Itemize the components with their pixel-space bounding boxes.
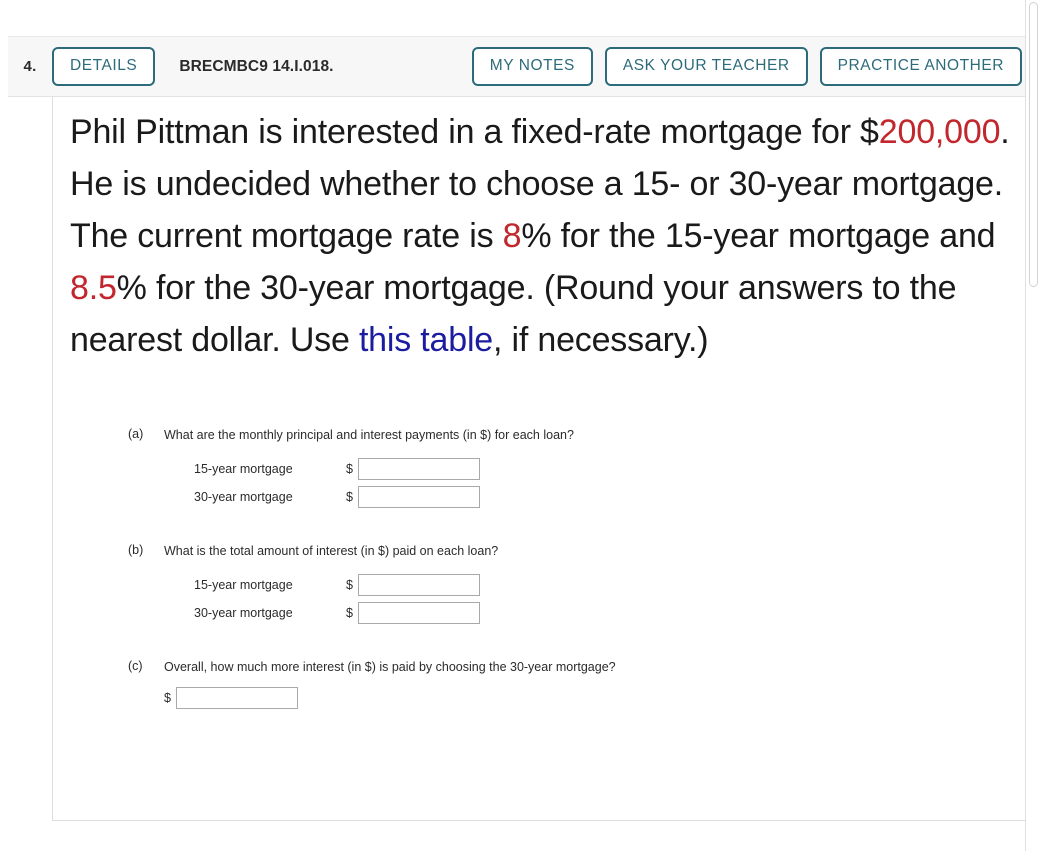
part-b-row-2-currency: $ bbox=[346, 606, 353, 620]
question-body-panel: Phil Pittman is interested in a fixed-ra… bbox=[52, 97, 1031, 821]
question-number: 4. bbox=[23, 58, 37, 75]
part-a-row-2-label: 30-year mortgage bbox=[194, 490, 293, 504]
part-b-prompt: What is the total amount of interest (in… bbox=[164, 544, 499, 558]
stem-segment-5: , if necessary.) bbox=[493, 321, 709, 359]
part-a-row-1-label: 15-year mortgage bbox=[194, 462, 293, 476]
my-notes-button[interactable]: MY NOTES bbox=[471, 47, 593, 86]
answer-row: 30-year mortgage $ bbox=[70, 483, 1000, 511]
details-button[interactable]: DETAILS bbox=[52, 47, 156, 86]
answer-row: 15-year mortgage $ bbox=[70, 571, 1000, 599]
stem-rate-30-year: 8.5 bbox=[70, 269, 117, 307]
part-a-answer-rows: 15-year mortgage $ 30-year mortgage $ bbox=[70, 455, 1000, 511]
part-c-answer-row: $ bbox=[164, 687, 1000, 709]
vertical-scrollbar-track[interactable] bbox=[1025, 0, 1040, 851]
part-a: (a) What are the monthly principal and i… bbox=[70, 427, 1000, 511]
stem-segment-3: % for the 15-year mortgage and bbox=[521, 217, 996, 255]
part-a-label: (a) bbox=[128, 427, 144, 441]
stem-rate-15-year: 8 bbox=[502, 217, 522, 255]
answer-row: 30-year mortgage $ bbox=[70, 599, 1000, 627]
part-a-row-2-currency: $ bbox=[346, 490, 353, 504]
vertical-scrollbar-thumb[interactable] bbox=[1029, 2, 1038, 287]
part-b-answer-rows: 15-year mortgage $ 30-year mortgage $ bbox=[70, 571, 1000, 627]
part-a-15-year-input[interactable] bbox=[357, 458, 480, 480]
header-actions: MY NOTES ASK YOUR TEACHER PRACTICE ANOTH… bbox=[471, 47, 1022, 86]
part-c-input[interactable] bbox=[175, 687, 298, 709]
part-a-prompt: What are the monthly principal and inter… bbox=[164, 428, 574, 442]
answer-row: 15-year mortgage $ bbox=[70, 455, 1000, 483]
part-c-currency: $ bbox=[164, 691, 171, 705]
ask-your-teacher-button[interactable]: ASK YOUR TEACHER bbox=[604, 47, 808, 86]
part-c: (c) Overall, how much more interest (in … bbox=[70, 659, 1000, 709]
part-b-row-1-label: 15-year mortgage bbox=[194, 578, 293, 592]
part-b-label: (b) bbox=[128, 543, 144, 557]
part-b-30-year-input[interactable] bbox=[357, 602, 480, 624]
question-parts: (a) What are the monthly principal and i… bbox=[70, 427, 1000, 731]
part-c-label: (c) bbox=[128, 659, 143, 673]
part-c-prompt: Overall, how much more interest (in $) i… bbox=[164, 660, 616, 674]
stem-principal-amount: 200,000 bbox=[878, 113, 1001, 151]
question-code: BRECMBC9 14.I.018. bbox=[179, 57, 334, 75]
practice-another-button[interactable]: PRACTICE ANOTHER bbox=[819, 47, 1022, 86]
question-header-bar: 4. DETAILS BRECMBC9 14.I.018. MY NOTES A… bbox=[8, 36, 1031, 97]
part-a-30-year-input[interactable] bbox=[357, 486, 480, 508]
part-a-row-1-currency: $ bbox=[346, 462, 353, 476]
part-b-row-2-label: 30-year mortgage bbox=[194, 606, 293, 620]
question-stem: Phil Pittman is interested in a fixed-ra… bbox=[70, 106, 1015, 366]
this-table-link[interactable]: this table bbox=[359, 321, 493, 359]
part-b: (b) What is the total amount of interest… bbox=[70, 543, 1000, 627]
exercise-page: 4. DETAILS BRECMBC9 14.I.018. MY NOTES A… bbox=[0, 0, 1040, 851]
part-b-row-1-currency: $ bbox=[346, 578, 353, 592]
stem-segment-1: Phil Pittman is interested in a fixed-ra… bbox=[70, 113, 879, 151]
part-b-15-year-input[interactable] bbox=[357, 574, 480, 596]
